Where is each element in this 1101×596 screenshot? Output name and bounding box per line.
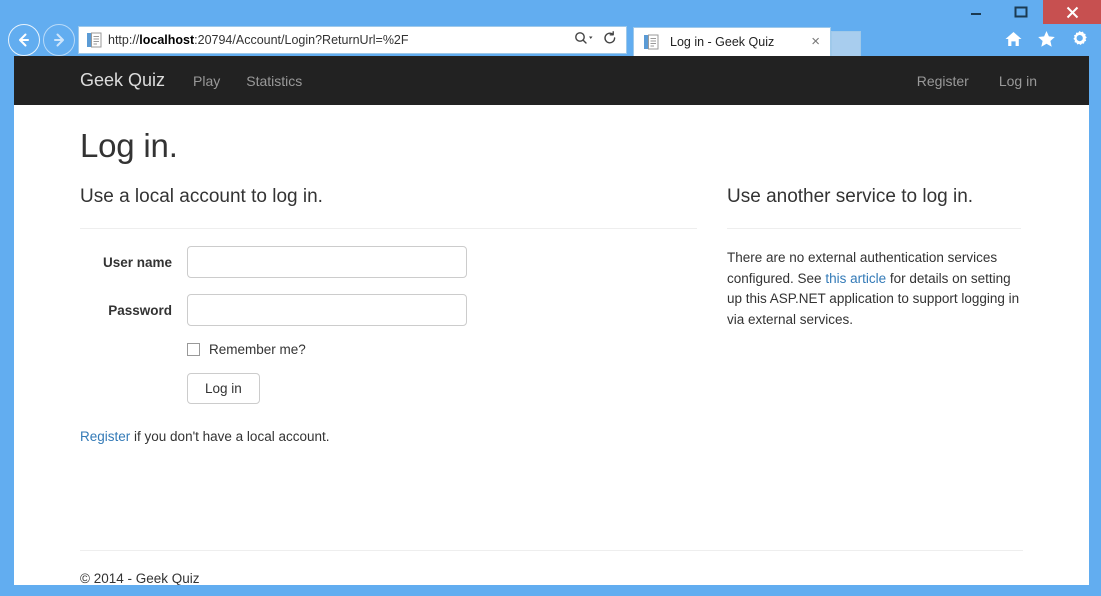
tab-log-in-geek-quiz[interactable]: Log in - Geek Quiz ×: [633, 27, 831, 56]
remember-me-checkbox[interactable]: [187, 343, 200, 356]
new-tab-button[interactable]: [831, 31, 861, 56]
site-navbar-right: Register Log in: [887, 73, 1089, 89]
star-icon[interactable]: [1037, 30, 1056, 53]
minimize-button[interactable]: [953, 0, 998, 24]
footer-divider: [80, 550, 1023, 551]
site-navbar: Geek Quiz Play Statistics Register Log i…: [14, 56, 1089, 105]
address-bar-icons: [574, 31, 622, 50]
page-title: Log in.: [80, 128, 1023, 164]
content-columns: Use a local account to log in. User name…: [80, 186, 1023, 444]
log-in-button[interactable]: Log in: [187, 373, 260, 404]
browser-window: http://localhost:20794/Account/Login?Ret…: [0, 0, 1101, 596]
gear-icon[interactable]: [1070, 30, 1089, 53]
remember-me-label: Remember me?: [209, 342, 306, 357]
password-label: Password: [80, 303, 187, 318]
password-input[interactable]: [187, 294, 467, 326]
close-window-button[interactable]: [1043, 0, 1101, 24]
close-icon: [1066, 6, 1079, 19]
page-viewport: Geek Quiz Play Statistics Register Log i…: [14, 56, 1089, 585]
register-link[interactable]: Register: [80, 429, 130, 444]
form-row-username: User name: [80, 246, 697, 278]
form-row-password: Password: [80, 294, 697, 326]
url-prefix: http://: [108, 33, 139, 47]
window-controls: [953, 0, 1101, 26]
external-login-paragraph: There are no external authentication ser…: [727, 248, 1021, 331]
search-dropdown-icon[interactable]: [574, 31, 596, 50]
forward-arrow-icon: [50, 31, 68, 49]
url-text: http://localhost:20794/Account/Login?Ret…: [108, 33, 574, 47]
refresh-icon[interactable]: [603, 31, 617, 50]
footer-copyright: © 2014 - Geek Quiz: [80, 571, 200, 585]
this-article-link[interactable]: this article: [825, 271, 886, 286]
forward-button[interactable]: [43, 24, 75, 56]
page-favicon-icon: [86, 32, 102, 48]
external-login-column: Use another service to log in. There are…: [727, 186, 1021, 444]
home-icon[interactable]: [1004, 30, 1023, 53]
minimize-icon: [970, 6, 982, 18]
navigation-buttons: [8, 24, 75, 56]
url-suffix: :20794/Account/Login?ReturnUrl=%2F: [194, 33, 408, 47]
register-note-text: if you don't have a local account.: [130, 429, 329, 444]
local-login-heading: Use a local account to log in.: [80, 186, 697, 209]
username-label: User name: [80, 255, 187, 270]
external-login-divider: [727, 228, 1021, 229]
local-login-column: Use a local account to log in. User name…: [80, 186, 697, 444]
nav-item-register[interactable]: Register: [917, 73, 969, 89]
page-content: Log in. Use a local account to log in. U…: [14, 128, 1089, 444]
tab-favicon-icon: [643, 34, 659, 50]
login-form: User name Password Remember me?: [80, 246, 697, 404]
tab-title: Log in - Geek Quiz: [670, 35, 807, 49]
nav-item-play[interactable]: Play: [193, 73, 220, 89]
username-input[interactable]: [187, 246, 467, 278]
nav-item-statistics[interactable]: Statistics: [246, 73, 302, 89]
address-bar[interactable]: http://localhost:20794/Account/Login?Ret…: [78, 26, 627, 54]
maximize-icon: [1014, 5, 1028, 19]
submit-row: Log in: [187, 373, 697, 404]
tab-close-icon[interactable]: ×: [807, 34, 824, 51]
maximize-button[interactable]: [998, 0, 1043, 24]
back-button[interactable]: [8, 24, 40, 56]
tab-strip: Log in - Geek Quiz ×: [633, 27, 861, 56]
remember-me-row: Remember me?: [187, 342, 697, 357]
register-note: Register if you don't have a local accou…: [80, 429, 697, 444]
site-brand[interactable]: Geek Quiz: [80, 70, 165, 91]
local-login-divider: [80, 228, 697, 229]
external-login-heading: Use another service to log in.: [727, 186, 1021, 209]
url-host: localhost: [139, 33, 194, 47]
browser-chrome: http://localhost:20794/Account/Login?Ret…: [0, 0, 1101, 56]
back-arrow-icon: [15, 31, 33, 49]
nav-item-log-in[interactable]: Log in: [999, 73, 1037, 89]
browser-toolbar-icons: [1004, 30, 1089, 53]
